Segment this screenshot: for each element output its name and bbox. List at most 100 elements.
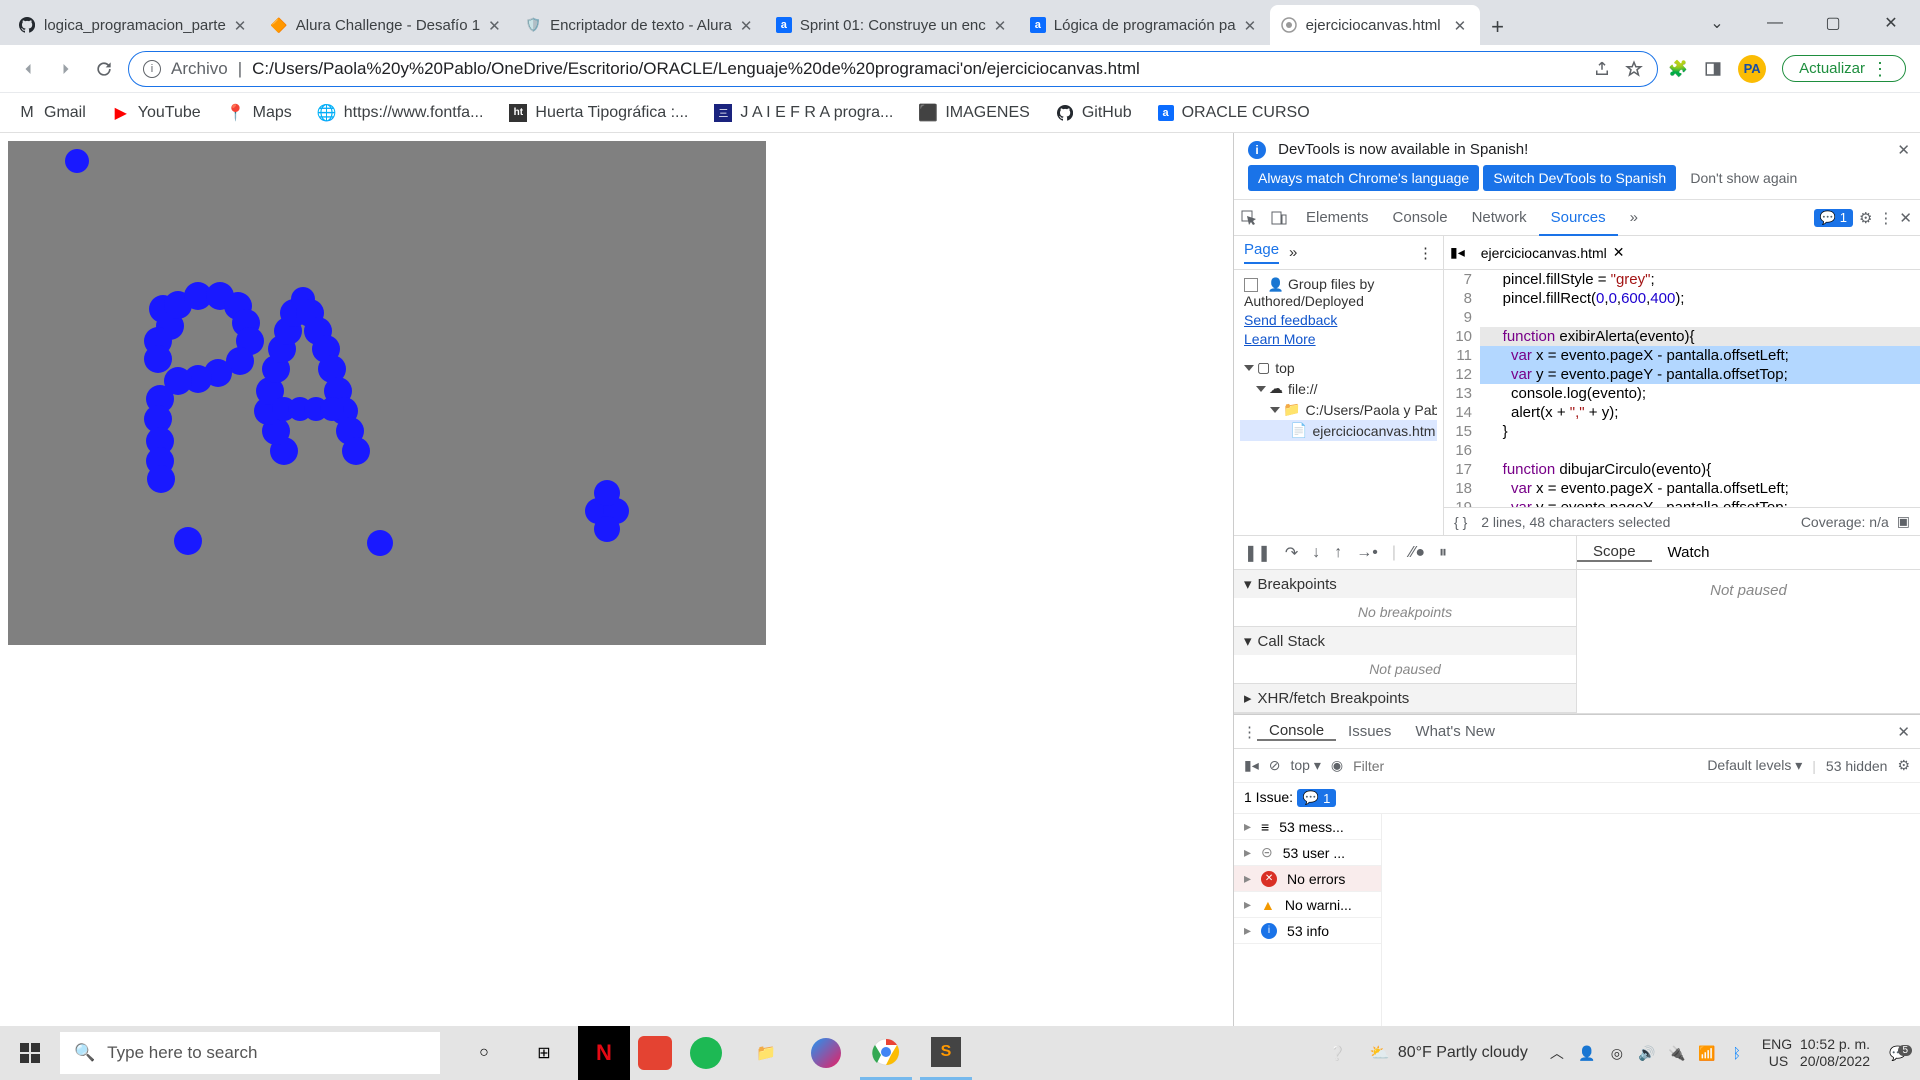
explorer-icon[interactable]: 📁 [740,1026,792,1080]
chevron-down-icon[interactable]: ⌄ [1688,3,1746,43]
sublime-icon[interactable]: S [920,1026,972,1080]
bookmark-youtube[interactable]: ▶YouTube [112,104,201,122]
inspect-icon[interactable] [1234,210,1264,226]
step-over-icon[interactable]: ↷ [1285,543,1298,563]
close-icon[interactable]: ✕ [234,17,250,33]
bookmark-maps[interactable]: 📍Maps [227,104,292,122]
new-tab-button[interactable]: + [1480,9,1516,45]
todoist-icon[interactable] [638,1036,672,1070]
notifications-tray-icon[interactable]: 💬5 [1882,1045,1914,1062]
netflix-icon[interactable]: N [578,1026,630,1080]
tab-console[interactable]: Console [1381,200,1460,235]
deactivate-bp-icon[interactable]: ⁄⁄● [1410,544,1425,562]
forward-button[interactable] [52,55,80,83]
editor-file-tab[interactable]: ejerciciocanvas.html ✕ [1473,240,1633,265]
step-out-icon[interactable]: ↑ [1334,544,1342,562]
start-button[interactable] [0,1026,60,1080]
bookmark-github[interactable]: GitHub [1056,104,1132,122]
battery-tray-icon[interactable]: 🔌 [1664,1045,1690,1062]
pause-icon[interactable]: ❚❚ [1244,543,1271,563]
location-tray-icon[interactable]: ◎ [1604,1045,1630,1062]
context-selector[interactable]: top ▾ [1290,757,1320,774]
weather-widget[interactable]: ⛅80°F Partly cloudy [1370,1043,1528,1063]
cortana-icon[interactable]: ○ [458,1026,510,1080]
bookmark-star-icon[interactable] [1625,60,1643,78]
file-tree[interactable]: ▢ top ☁ file:// 📁 C:/Users/Paola y Pab 📄… [1234,353,1443,445]
maximize-icon[interactable]: ▢ [1804,3,1862,43]
chrome-icon[interactable] [860,1026,912,1080]
drawer-console-tab[interactable]: Console [1257,722,1336,741]
issues-badge[interactable]: 💬 1 [1814,209,1853,227]
learn-more-link[interactable]: Learn More [1244,331,1433,347]
dont-show-button[interactable]: Don't show again [1680,165,1807,191]
minimize-icon[interactable]: — [1746,3,1804,43]
reload-button[interactable] [90,55,118,83]
watch-tab[interactable]: Watch [1652,544,1726,561]
kebab-icon[interactable]: ⋮ [1878,209,1893,227]
browser-tab[interactable]: a Sprint 01: Construye un enc ✕ [766,5,1020,45]
close-icon[interactable]: ✕ [1454,17,1470,33]
tray-clock[interactable]: ENG 10:52 p. m. US 20/08/2022 [1754,1036,1878,1070]
device-icon[interactable] [1264,210,1294,226]
match-language-button[interactable]: Always match Chrome's language [1248,165,1479,191]
browser-tab[interactable]: logica_programacion_parte ✕ [8,5,260,45]
nav-toggle-icon[interactable]: ▮◂ [1450,244,1465,261]
bookmark-fontfa[interactable]: 🌐https://www.fontfa... [318,104,484,122]
live-expr-icon[interactable]: ◉ [1331,757,1343,774]
close-icon[interactable]: ✕ [1244,17,1260,33]
breakpoints-section[interactable]: ▾ Breakpoints [1234,570,1576,598]
close-icon[interactable]: ✕ [488,17,504,33]
taskbar-search[interactable]: 🔍 Type here to search [60,1032,440,1074]
xhr-bp-section[interactable]: ▸ XHR/fetch Breakpoints [1234,684,1576,712]
console-sidebar[interactable]: ▸≡53 mess...▸⊝53 user ...▸✕No errors▸▲No… [1234,814,1382,1026]
group-files-checkbox[interactable] [1244,278,1258,292]
bookmark-gmail[interactable]: MGmail [18,104,86,122]
more-tabs-icon[interactable]: » [1289,244,1297,261]
wifi-tray-icon[interactable]: 📶 [1694,1045,1720,1062]
kebab-icon[interactable]: ⋮ [1418,244,1433,262]
clear-console-icon[interactable]: ⊘ [1269,757,1281,774]
people-tray-icon[interactable]: 👤 [1574,1045,1600,1062]
share-icon[interactable] [1593,60,1611,78]
switch-spanish-button[interactable]: Switch DevTools to Spanish [1483,165,1676,191]
back-button[interactable] [14,55,42,83]
sidebar-toggle-icon[interactable]: ▮◂ [1244,757,1259,774]
callstack-section[interactable]: ▾ Call Stack [1234,627,1576,655]
kebab-icon[interactable]: ⋮ [1242,723,1257,741]
filter-input[interactable] [1353,758,1533,774]
chevron-up-icon[interactable]: ︿ [1544,1043,1570,1063]
close-icon[interactable]: ✕ [1897,723,1920,741]
update-button[interactable]: Actualizar⋮ [1782,55,1906,82]
page-tab[interactable]: Page [1244,241,1279,264]
omnibox[interactable]: i Archivo | C:/Users/Paola%20y%20Pablo/O… [128,51,1658,87]
browser-tab-active[interactable]: ejerciciocanvas.html ✕ [1270,5,1480,45]
bookmark-jaiefra[interactable]: 三J A I E F R A progra... [714,104,893,122]
more-tabs-icon[interactable]: » [1618,200,1650,235]
close-icon[interactable]: ✕ [1897,141,1910,159]
close-icon[interactable]: ✕ [994,17,1010,33]
drawer-whatsnew-tab[interactable]: What's New [1403,723,1507,740]
gear-icon[interactable]: ⚙ [1897,757,1910,774]
close-icon[interactable]: ✕ [740,17,756,33]
browser-tab[interactable]: 🔶 Alura Challenge - Desafío 1 ✕ [260,5,514,45]
drawer-issues-tab[interactable]: Issues [1336,723,1403,740]
step-into-icon[interactable]: ↓ [1312,544,1320,562]
close-icon[interactable]: ✕ [1613,244,1625,261]
bluetooth-tray-icon[interactable]: ᛒ [1724,1045,1750,1061]
close-window-icon[interactable]: ✕ [1862,3,1920,43]
close-devtools-icon[interactable]: ✕ [1899,209,1912,227]
scope-tab[interactable]: Scope [1577,543,1652,562]
browser-tab[interactable]: 🛡️ Encriptador de texto - Alura ✕ [514,5,766,45]
tab-network[interactable]: Network [1460,200,1539,235]
volume-tray-icon[interactable]: 🔊 [1634,1045,1660,1062]
photos-icon[interactable] [800,1026,852,1080]
tab-sources[interactable]: Sources [1539,201,1618,236]
code-area[interactable]: 7 pincel.fillStyle = "grey";8 pincel.fil… [1444,270,1920,507]
bookmark-oracle[interactable]: aORACLE CURSO [1158,104,1310,122]
format-icon[interactable]: { } [1454,514,1467,530]
profile-avatar[interactable]: PA [1738,55,1766,83]
send-feedback-link[interactable]: Send feedback [1244,312,1433,328]
extensions-icon[interactable]: 🧩 [1668,59,1688,79]
site-info-icon[interactable]: i [143,60,161,78]
task-view-icon[interactable]: ⊞ [518,1026,570,1080]
